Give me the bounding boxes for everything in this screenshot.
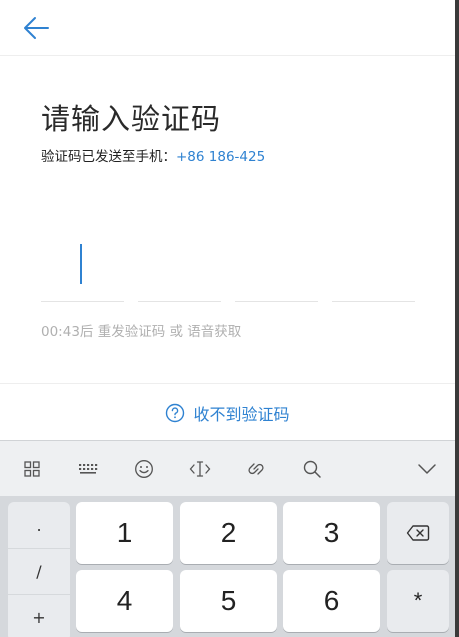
code-input-group[interactable] xyxy=(41,230,415,302)
clip-icon[interactable] xyxy=(241,455,271,483)
backspace-icon xyxy=(406,525,430,541)
symbol-column: . / + xyxy=(8,502,70,637)
text-cursor xyxy=(80,244,82,284)
symbol-key-plus[interactable]: + xyxy=(8,594,70,637)
key-4[interactable]: 4 xyxy=(76,570,173,632)
soft-keyboard: . / + 1 2 3 4 5 6 * xyxy=(0,440,455,637)
backspace-key[interactable] xyxy=(387,502,449,564)
code-digit-4[interactable] xyxy=(332,230,415,302)
code-digit-3[interactable] xyxy=(235,230,318,302)
star-key[interactable]: * xyxy=(387,570,449,632)
key-5[interactable]: 5 xyxy=(180,570,277,632)
page-title: 请输入验证码 xyxy=(41,102,222,136)
search-icon[interactable] xyxy=(297,455,327,483)
cursor-move-icon[interactable] xyxy=(185,455,215,483)
resend-countdown: 00:43后 重发验证码 或 语音获取 xyxy=(41,324,242,340)
chevron-down-icon[interactable] xyxy=(412,455,442,483)
screen: 请输入验证码 验证码已发送至手机：+86 186-425 00:43后 重发验证… xyxy=(0,0,455,637)
key-2[interactable]: 2 xyxy=(180,502,277,564)
key-3[interactable]: 3 xyxy=(283,502,380,564)
keyboard-toolbar xyxy=(0,440,455,496)
top-bar xyxy=(0,0,455,56)
no-code-help-text: 收不到验证码 xyxy=(193,405,290,424)
no-code-help-link[interactable]: 收不到验证码 xyxy=(0,396,455,430)
divider xyxy=(0,383,455,384)
keyboard-keys: . / + 1 2 3 4 5 6 * xyxy=(0,496,455,637)
key-1[interactable]: 1 xyxy=(76,502,173,564)
arrow-left-icon xyxy=(24,17,49,39)
symbol-key-slash[interactable]: / xyxy=(8,548,70,594)
subtitle-prefix: 验证码已发送至手机： xyxy=(41,149,176,165)
keyboard-icon[interactable] xyxy=(73,455,103,483)
code-digit-2[interactable] xyxy=(138,230,221,302)
question-circle-icon xyxy=(166,403,185,423)
screen-edge xyxy=(455,0,459,637)
sent-to-phone-text: 验证码已发送至手机：+86 186-425 xyxy=(41,145,265,165)
emoji-icon[interactable] xyxy=(129,455,159,483)
symbol-key-dot[interactable]: . xyxy=(8,502,70,548)
key-6[interactable]: 6 xyxy=(283,570,380,632)
phone-number: +86 186-425 xyxy=(176,149,266,165)
code-digit-1[interactable] xyxy=(41,230,124,302)
grid-icon[interactable] xyxy=(17,455,47,483)
back-button[interactable] xyxy=(16,10,56,46)
